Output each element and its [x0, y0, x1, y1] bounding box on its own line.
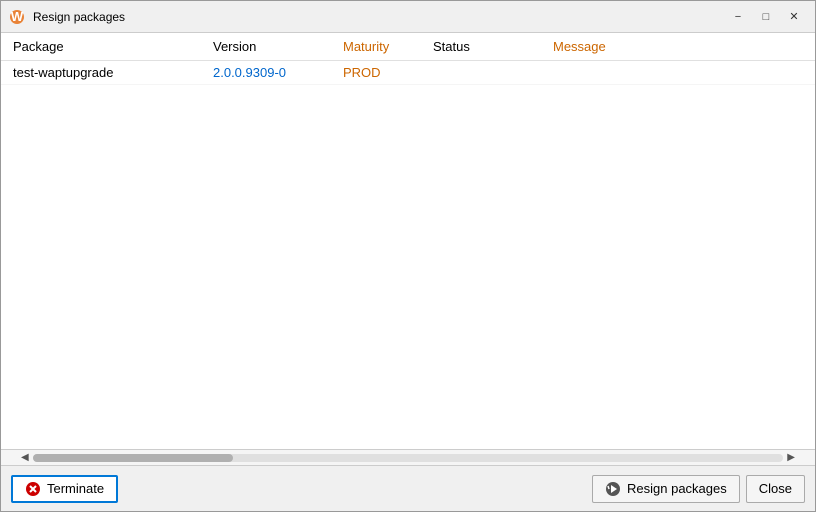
scrollbar-track[interactable]	[33, 454, 784, 462]
terminate-button[interactable]: Terminate	[11, 475, 118, 503]
cell-maturity: PROD	[343, 65, 433, 80]
scrollbar-area: ◀ ▶	[1, 449, 815, 465]
scroll-left-arrow[interactable]: ◀	[17, 452, 33, 463]
cell-status	[433, 65, 553, 80]
resign-packages-window: W Resign packages − □ ✕ Package Version …	[0, 0, 816, 512]
close-button[interactable]: Close	[746, 475, 805, 503]
content-area: Package Version Maturity Status Message …	[1, 33, 815, 449]
maximize-button[interactable]: □	[753, 6, 779, 28]
cell-message	[553, 65, 753, 80]
svg-text:W: W	[11, 9, 24, 24]
window-controls: − □ ✕	[725, 6, 807, 28]
close-label: Close	[759, 481, 792, 496]
col-header-status: Status	[433, 39, 553, 54]
resign-label: Resign packages	[627, 481, 727, 496]
close-title-button[interactable]: ✕	[781, 6, 807, 28]
col-header-maturity: Maturity	[343, 39, 433, 54]
cell-package: test-waptupgrade	[13, 65, 213, 80]
wapt-logo-icon: W	[9, 9, 25, 25]
scroll-right-arrow[interactable]: ▶	[783, 452, 799, 463]
resign-icon	[605, 481, 621, 497]
terminate-icon	[25, 481, 41, 497]
table-row[interactable]: test-waptupgrade 2.0.0.9309-0 PROD	[1, 61, 815, 85]
cell-version: 2.0.0.9309-0	[213, 65, 343, 80]
table-header: Package Version Maturity Status Message	[1, 33, 815, 61]
table-body: test-waptupgrade 2.0.0.9309-0 PROD	[1, 61, 815, 449]
col-header-version: Version	[213, 39, 343, 54]
scrollbar-thumb[interactable]	[33, 454, 233, 462]
footer: Terminate Resign packages Close	[1, 465, 815, 511]
window-title: Resign packages	[33, 10, 725, 24]
col-header-package: Package	[13, 39, 213, 54]
terminate-label: Terminate	[47, 481, 104, 496]
resign-packages-button[interactable]: Resign packages	[592, 475, 740, 503]
title-bar: W Resign packages − □ ✕	[1, 1, 815, 33]
footer-right: Resign packages Close	[592, 475, 805, 503]
minimize-button[interactable]: −	[725, 6, 751, 28]
col-header-message: Message	[553, 39, 753, 54]
